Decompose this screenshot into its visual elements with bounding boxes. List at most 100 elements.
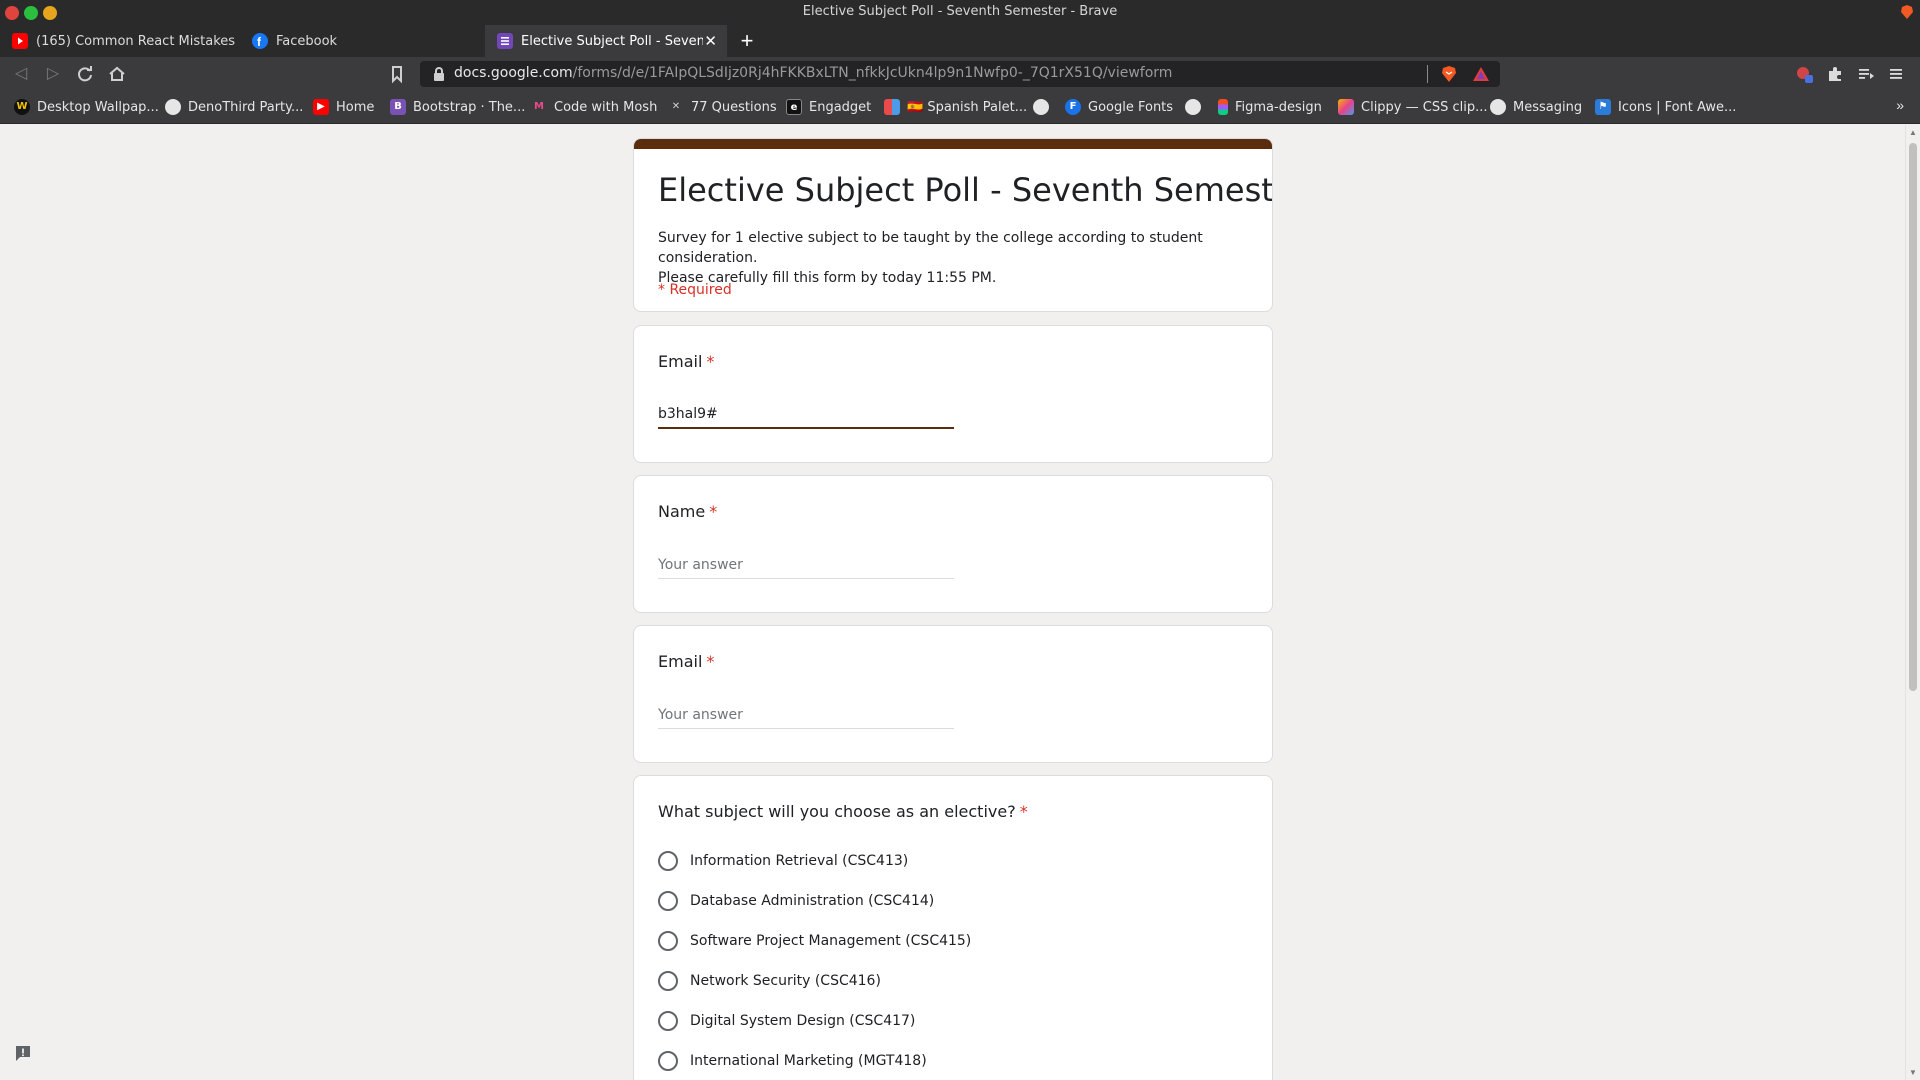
figma-icon (1218, 99, 1228, 115)
radio-button[interactable] (658, 971, 678, 991)
back-button[interactable]: ◁ (10, 63, 32, 85)
page-content: Elective Subject Poll - Seventh Semester… (0, 125, 1905, 1080)
bookmark-label: Figma-design (1235, 99, 1322, 115)
reload-icon (78, 66, 92, 82)
window-titlebar: Elective Subject Poll - Seventh Semester… (0, 0, 1920, 25)
bookmark-77-questions[interactable]: ✕ 77 Questions (668, 98, 777, 116)
required-asterisk: * (709, 502, 718, 521)
option-label: Software Project Management (CSC415) (690, 933, 972, 949)
brave-rewards-icon[interactable] (1472, 66, 1490, 82)
new-tab-button[interactable]: + (733, 25, 761, 57)
question-card-email: Email * (633, 325, 1273, 463)
url-host: docs.google.com (454, 65, 573, 81)
clippy-icon (1338, 99, 1354, 115)
question-label: Email (658, 652, 703, 671)
question-card-elective: What subject will you choose as an elect… (633, 775, 1273, 1080)
option-label: Database Administration (CSC414) (690, 893, 935, 909)
reload-button[interactable] (74, 63, 96, 85)
bookmark-deno[interactable]: DenoThird Party... (165, 98, 303, 116)
email-input-2[interactable] (658, 701, 954, 729)
bookmark-globe-2[interactable] (1185, 98, 1208, 116)
radio-option[interactable]: Network Security (CSC416) (658, 969, 881, 993)
question-title: Name * (658, 502, 717, 521)
globe-icon (1033, 99, 1049, 115)
form-description: Survey for 1 elective subject to be taug… (658, 228, 1258, 288)
radio-option[interactable]: Database Administration (CSC414) (658, 889, 934, 913)
extension-translate-icon[interactable] (1795, 65, 1813, 83)
bookmark-home[interactable]: ▶ Home (313, 98, 374, 116)
questions-icon: ✕ (671, 101, 681, 112)
brave-shields-icon[interactable] (1440, 65, 1458, 83)
tab-forms-active[interactable]: Elective Subject Poll - Seventh ✕ (485, 25, 727, 57)
bookmark-label: Code with Mosh (554, 99, 658, 115)
bookmark-spanish-palette[interactable]: 🇪🇸 Spanish Palet... (884, 98, 1027, 116)
radio-option[interactable]: International Marketing (MGT418) (658, 1049, 927, 1073)
globe-icon (1490, 99, 1506, 115)
lock-icon (434, 67, 444, 81)
tab-label: Facebook (276, 33, 338, 49)
window-title: Elective Subject Poll - Seventh Semester… (802, 4, 1118, 19)
question-title: What subject will you choose as an elect… (658, 802, 1028, 821)
browser-menu-icon[interactable] (1887, 65, 1905, 83)
bookmark-label: Engadget (809, 99, 872, 115)
question-label: Name (658, 502, 706, 521)
forward-button[interactable]: ▷ (42, 63, 64, 85)
svg-text:f: f (257, 35, 262, 49)
home-icon (109, 66, 125, 81)
bookmark-globe[interactable] (1033, 98, 1056, 116)
radio-button[interactable] (658, 931, 678, 951)
bookmark-label: Clippy — CSS clip... (1361, 99, 1488, 115)
globe-icon (1185, 99, 1201, 115)
radio-button[interactable] (658, 891, 678, 911)
bookmark-figma-design[interactable]: Figma-design (1218, 98, 1322, 116)
description-line: Survey for 1 elective subject to be taug… (658, 230, 1203, 266)
youtube-icon: ▶ (313, 99, 329, 115)
home-button[interactable] (106, 63, 128, 85)
name-input[interactable] (658, 551, 954, 579)
question-card-name: Name * (633, 475, 1273, 613)
page-scrollbar[interactable]: ▲ ▼ (1905, 125, 1920, 1080)
bookmark-google-fonts[interactable]: F Google Fonts (1065, 98, 1173, 116)
youtube-icon (12, 33, 28, 49)
scrollbar-thumb[interactable] (1909, 143, 1917, 691)
scroll-up-icon[interactable]: ▲ (1909, 128, 1917, 137)
bookmark-bootstrap[interactable]: B Bootstrap · The... (390, 98, 525, 116)
email-input[interactable] (658, 401, 954, 429)
radio-button[interactable] (658, 851, 678, 871)
radio-button[interactable] (658, 1051, 678, 1071)
engadget-icon: e (786, 99, 802, 115)
tab-label: Elective Subject Poll - Seventh (521, 33, 703, 49)
wallpaper-site-icon: W (14, 99, 30, 115)
bookmark-messaging[interactable]: Messaging (1490, 98, 1582, 116)
tab-facebook[interactable]: f Facebook (240, 25, 485, 57)
bookmark-page-button[interactable] (386, 63, 408, 85)
question-label: What subject will you choose as an elect… (658, 802, 1016, 821)
radio-option[interactable]: Software Project Management (CSC415) (658, 929, 971, 953)
bookmark-font-awesome[interactable]: ⚑ Icons | Font Awe... (1595, 98, 1736, 116)
more-bookmarks-icon[interactable]: » (1896, 97, 1904, 113)
bookmark-code-with-mosh[interactable]: M Code with Mosh (531, 98, 657, 116)
address-bar[interactable]: docs.google.com/forms/d/e/1FAIpQLSdIjz0R… (420, 61, 1500, 87)
close-tab-icon[interactable]: ✕ (704, 32, 717, 50)
report-problem-icon[interactable] (14, 1044, 32, 1062)
bookmark-label: Messaging (1513, 99, 1583, 115)
description-line: Please carefully fill this form by today… (658, 270, 997, 286)
extensions-puzzle-icon[interactable] (1826, 65, 1844, 83)
tab-youtube[interactable]: (165) Common React Mistakes: us (0, 25, 240, 57)
question-title: Email * (658, 652, 714, 671)
radio-button[interactable] (658, 1011, 678, 1031)
navigation-bar: ◁ ▷ docs.google.com/forms/d/e/1FAIpQLSdI… (0, 57, 1920, 90)
bookmark-label: Home (336, 99, 375, 115)
bookmark-label: 🇪🇸 Spanish Palet... (907, 99, 1028, 115)
google-forms-icon (497, 33, 513, 49)
tab-strip: (165) Common React Mistakes: us f Facebo… (0, 25, 1920, 57)
radio-option[interactable]: Information Retrieval (CSC413) (658, 849, 908, 873)
scroll-down-icon[interactable]: ▼ (1909, 1068, 1917, 1077)
radio-option[interactable]: Digital System Design (CSC417) (658, 1009, 915, 1033)
bootstrap-icon: B (390, 99, 406, 115)
font-awesome-flag-icon: ⚑ (1595, 99, 1611, 115)
bookmark-desktop-wallpapers[interactable]: W Desktop Wallpap... (14, 98, 159, 116)
bookmark-engadget[interactable]: e Engadget (786, 98, 871, 116)
bookmark-clippy[interactable]: Clippy — CSS clip... (1338, 98, 1488, 116)
media-playlist-icon[interactable] (1857, 65, 1875, 83)
